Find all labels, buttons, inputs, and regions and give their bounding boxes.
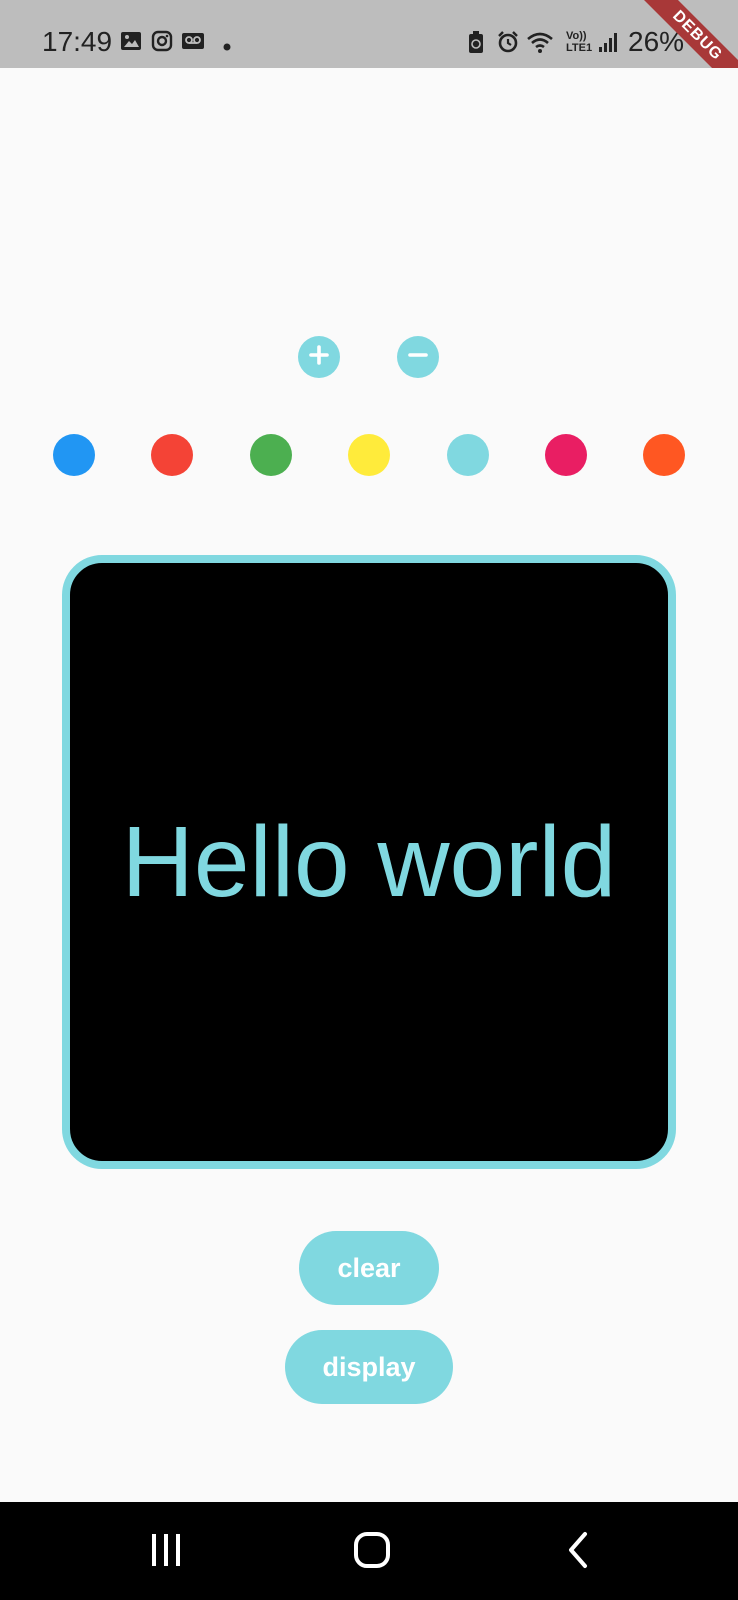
color-blue-button[interactable]: [53, 434, 95, 476]
color-green-button[interactable]: [250, 434, 292, 476]
signal-icon: [598, 30, 618, 59]
text-preview-card: Hello world: [62, 555, 676, 1169]
color-pink-button[interactable]: [545, 434, 587, 476]
color-orange-button[interactable]: [643, 434, 685, 476]
clear-button[interactable]: clear: [299, 1231, 439, 1305]
home-icon: [353, 1531, 391, 1574]
display-button-label: display: [322, 1351, 416, 1382]
color-red-button[interactable]: [151, 434, 193, 476]
alarm-icon: [496, 30, 520, 59]
color-cyan-button[interactable]: [447, 434, 489, 476]
back-icon: [565, 1531, 591, 1574]
increase-size-button[interactable]: [298, 336, 340, 378]
wifi-icon: [526, 30, 554, 59]
color-yellow-button[interactable]: [348, 434, 390, 476]
volte-icon: Vo)) LTE1: [566, 30, 592, 54]
recents-icon: [149, 1532, 183, 1573]
dot-icon: [223, 38, 231, 56]
preview-text: Hello world: [121, 806, 617, 918]
recents-button[interactable]: [142, 1530, 190, 1574]
instagram-icon: [151, 30, 173, 57]
display-button[interactable]: display: [285, 1330, 453, 1404]
battery-saver-icon: [468, 30, 484, 59]
gallery-icon: [120, 30, 142, 57]
clear-button-label: clear: [337, 1252, 401, 1283]
volte-label: Vo)) LTE1: [566, 30, 593, 54]
back-button[interactable]: [554, 1530, 602, 1574]
home-button[interactable]: [348, 1530, 396, 1574]
status-bar: 17:49 Vo)) LTE1 26% DEBUG: [0, 0, 738, 68]
status-time: 17:49: [42, 26, 113, 57]
voicemail-icon: [181, 30, 205, 57]
navigation-bar: [0, 1502, 738, 1600]
decrease-size-button[interactable]: [397, 336, 439, 378]
minus-icon: [406, 343, 430, 372]
plus-icon: [307, 343, 331, 372]
